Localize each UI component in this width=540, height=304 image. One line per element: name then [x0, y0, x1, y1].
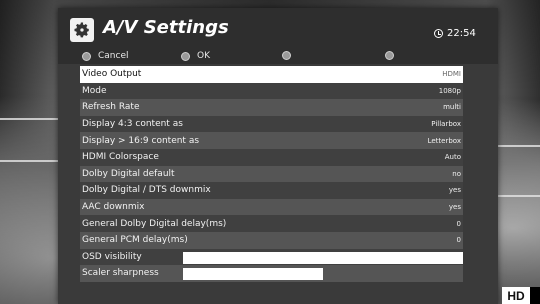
setting-display-16-9[interactable]: Display > 16:9 content as Letterbox	[80, 132, 463, 149]
green-button-icon	[181, 51, 190, 61]
setting-value: HDMI	[442, 70, 461, 79]
ok-button[interactable]: OK	[181, 51, 210, 61]
yellow-button[interactable]	[282, 51, 291, 60]
setting-value: 0	[456, 219, 461, 228]
setting-label: Scaler sharpness	[82, 268, 159, 279]
setting-hdmi-colorspace[interactable]: HDMI Colorspace Auto	[80, 148, 463, 166]
setting-label: Dolby Digital default	[82, 168, 175, 179]
setting-osd-visibility[interactable]: OSD visibility	[80, 248, 463, 266]
setting-label: Refresh Rate	[82, 102, 140, 113]
setting-label: Display 4:3 content as	[82, 119, 183, 130]
setting-value: 1080p	[438, 86, 461, 95]
clock-icon	[434, 29, 443, 38]
osd-visibility-slider[interactable]	[183, 251, 463, 264]
setting-dolby-dts-downmix[interactable]: Dolby Digital / DTS downmix yes	[80, 182, 463, 199]
setting-label: General Dolby Digital delay(ms)	[82, 218, 227, 229]
setting-label: Mode	[82, 85, 107, 96]
clock: 22:54	[434, 28, 476, 39]
page-title: A/V Settings	[103, 17, 229, 38]
setting-display-4-3[interactable]: Display 4:3 content as Pillarbox	[80, 115, 463, 133]
setting-value: yes	[448, 186, 461, 195]
av-settings-panel: A/V Settings 22:54 Cancel OK Video Outpu…	[58, 8, 498, 304]
setting-label: Display > 16:9 content as	[82, 135, 200, 146]
scaler-sharpness-slider[interactable]	[183, 268, 323, 281]
setting-label: HDMI Colorspace	[82, 152, 159, 163]
setting-label: Dolby Digital / DTS downmix	[82, 185, 211, 196]
setting-value: Auto	[444, 153, 461, 162]
setting-value: multi	[443, 103, 461, 112]
setting-scaler-sharpness[interactable]: Scaler sharpness	[80, 265, 463, 282]
setting-label: AAC downmix	[82, 202, 145, 213]
setting-value: Pillarbox	[431, 120, 461, 129]
gear-icon	[70, 18, 94, 42]
cancel-button[interactable]: Cancel	[82, 51, 129, 61]
setting-value: no	[452, 169, 461, 178]
setting-label: General PCM delay(ms)	[82, 235, 188, 246]
panel-header: A/V Settings 22:54	[58, 8, 498, 50]
button-bar: Cancel OK	[58, 50, 498, 64]
ring-rope-left	[0, 118, 58, 120]
setting-dolby-delay[interactable]: General Dolby Digital delay(ms) 0	[80, 215, 463, 232]
setting-video-output[interactable]: Video Output HDMI	[80, 66, 463, 83]
ring-rope-right	[498, 145, 540, 147]
hd-badge-edge	[530, 287, 540, 304]
settings-list: Video Output HDMI Mode 1080p Refresh Rat…	[80, 66, 463, 282]
setting-mode[interactable]: Mode 1080p	[80, 82, 463, 100]
blue-button[interactable]	[385, 51, 394, 60]
blue-button-icon	[385, 51, 394, 60]
ring-rope-right	[498, 195, 540, 197]
setting-value: yes	[448, 203, 461, 212]
setting-label: OSD visibility	[82, 251, 142, 262]
setting-aac-downmix[interactable]: AAC downmix yes	[80, 198, 463, 216]
hd-badge: HD	[502, 287, 530, 304]
setting-refresh-rate[interactable]: Refresh Rate multi	[80, 99, 463, 116]
setting-label: Video Output	[82, 69, 142, 80]
setting-value: Letterbox	[427, 136, 461, 145]
setting-pcm-delay[interactable]: General PCM delay(ms) 0	[80, 231, 463, 249]
clock-time: 22:54	[447, 28, 476, 39]
ok-label: OK	[197, 51, 210, 61]
ring-rope-left	[0, 160, 58, 162]
cancel-label: Cancel	[98, 51, 129, 61]
setting-value: 0	[456, 236, 461, 245]
yellow-button-icon	[282, 51, 291, 60]
setting-dolby-digital-default[interactable]: Dolby Digital default no	[80, 165, 463, 183]
red-button-icon	[82, 51, 91, 61]
